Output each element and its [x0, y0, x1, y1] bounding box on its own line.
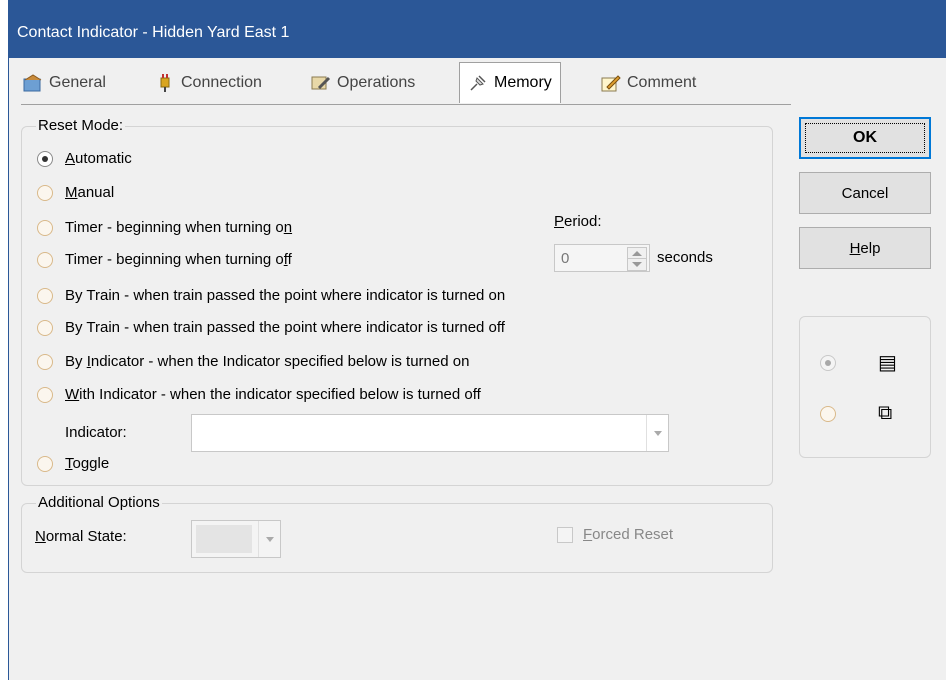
- tab-comment[interactable]: Comment: [601, 68, 696, 98]
- radio-button[interactable]: [37, 184, 53, 201]
- radio-label: By Indicator - when the Indicator specif…: [65, 353, 470, 370]
- radio-label: By Train - when train passed the point w…: [65, 319, 505, 336]
- tab-general[interactable]: General: [23, 68, 106, 98]
- spin-up-icon[interactable]: [632, 251, 642, 256]
- tab-bar: General Connection Operations Memory Com…: [9, 58, 946, 106]
- radio-train-off[interactable]: By Train - when train passed the point w…: [37, 319, 505, 336]
- view-options-panel: ▤ ⧉: [799, 316, 931, 458]
- radio-automatic[interactable]: Automatic: [37, 150, 132, 167]
- period-label: Period:: [554, 213, 602, 230]
- radio-label: Manual: [65, 184, 115, 201]
- tab-baseline: [21, 104, 791, 105]
- ok-button[interactable]: OK: [799, 117, 931, 159]
- indicator-dropdown[interactable]: [191, 414, 669, 452]
- radio-button[interactable]: [37, 251, 53, 268]
- radio-by-indicator[interactable]: By Indicator - when the Indicator specif…: [37, 353, 469, 370]
- tab-connection-label: Connection: [181, 74, 262, 91]
- radio-label: Toggle: [65, 455, 110, 472]
- radio-button[interactable]: [37, 455, 53, 472]
- radio-timer-on[interactable]: Timer - beginning when turning on: [37, 219, 292, 236]
- checkbox-box[interactable]: [557, 526, 573, 543]
- spin-buttons[interactable]: [627, 247, 647, 271]
- radio-label: Timer - beginning when turning off: [65, 251, 292, 268]
- tab-operations[interactable]: Operations: [311, 68, 415, 98]
- radio-button[interactable]: [820, 405, 836, 422]
- cascade-view-icon: ⧉: [878, 402, 893, 424]
- chevron-down-icon[interactable]: [646, 415, 668, 451]
- radio-button[interactable]: [37, 150, 53, 167]
- radio-train-on[interactable]: By Train - when train passed the point w…: [37, 287, 505, 304]
- tab-memory[interactable]: Memory: [459, 62, 561, 103]
- tab-general-label: General: [49, 74, 106, 91]
- radio-button[interactable]: [37, 319, 53, 336]
- normal-state-swatch: [196, 525, 252, 553]
- reset-mode-label: Reset Mode:: [36, 117, 126, 134]
- radio-button[interactable]: [37, 353, 53, 370]
- tab-memory-label: Memory: [494, 74, 552, 91]
- additional-options-label: Additional Options: [36, 494, 162, 511]
- tab-connection[interactable]: Connection: [155, 68, 262, 98]
- tab-operations-label: Operations: [337, 74, 416, 91]
- radio-button[interactable]: [37, 219, 53, 236]
- help-button[interactable]: Help: [799, 227, 931, 269]
- view-option-list[interactable]: ▤: [820, 350, 897, 375]
- view-option-cascade[interactable]: ⧉: [820, 402, 892, 425]
- general-icon: [23, 74, 43, 92]
- radio-label: With Indicator - when the indicator spec…: [65, 386, 481, 403]
- list-view-icon: ▤: [878, 352, 897, 374]
- radio-timer-off[interactable]: Timer - beginning when turning off: [37, 251, 292, 268]
- normal-state-label: Normal State:: [35, 528, 127, 545]
- seconds-label: seconds: [657, 249, 713, 266]
- indicator-label: Indicator:: [65, 424, 127, 441]
- operations-icon: [311, 74, 331, 92]
- radio-manual[interactable]: Manual: [37, 184, 114, 201]
- cancel-button[interactable]: Cancel: [799, 172, 931, 214]
- pencil-note-icon: [601, 74, 621, 92]
- spin-down-icon[interactable]: [632, 262, 642, 267]
- forced-reset-label: Forced Reset: [583, 526, 674, 543]
- radio-button[interactable]: [820, 354, 836, 371]
- pin-icon: [468, 74, 488, 92]
- radio-label: Timer - beginning when turning on: [65, 219, 293, 236]
- chevron-down-icon[interactable]: [258, 521, 280, 557]
- tab-comment-label: Comment: [627, 74, 697, 91]
- radio-label: Automatic: [65, 150, 132, 167]
- title-bar[interactable]: Contact Indicator - Hidden Yard East 1: [9, 0, 946, 58]
- dialog-window: Contact Indicator - Hidden Yard East 1 G…: [8, 0, 946, 680]
- radio-button[interactable]: [37, 287, 53, 304]
- radio-button[interactable]: [37, 386, 53, 403]
- normal-state-dropdown[interactable]: [191, 520, 281, 558]
- radio-with-indicator[interactable]: With Indicator - when the indicator spec…: [37, 386, 481, 403]
- forced-reset-checkbox[interactable]: Forced Reset: [557, 526, 673, 543]
- period-value: 0: [561, 250, 570, 267]
- window-title: Contact Indicator - Hidden Yard East 1: [17, 24, 290, 41]
- radio-toggle[interactable]: Toggle: [37, 455, 109, 472]
- radio-label: By Train - when train passed the point w…: [65, 287, 506, 304]
- period-spinner[interactable]: 0: [554, 244, 650, 272]
- plug-icon: [155, 74, 175, 92]
